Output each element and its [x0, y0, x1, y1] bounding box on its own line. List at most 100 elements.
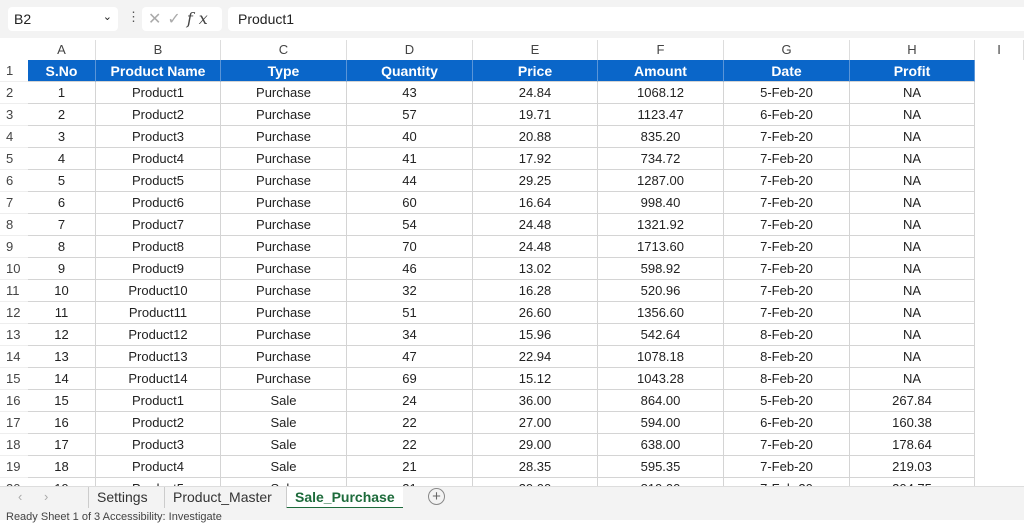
- cell[interactable]: Purchase: [221, 302, 347, 324]
- cell[interactable]: 18: [28, 456, 96, 478]
- column-header[interactable]: G: [724, 40, 850, 60]
- cell[interactable]: 39.00: [473, 478, 598, 486]
- cell[interactable]: 5-Feb-20: [724, 390, 850, 412]
- cell[interactable]: 7-Feb-20: [724, 478, 850, 486]
- cell[interactable]: 69: [347, 368, 473, 390]
- cell[interactable]: 638.00: [598, 434, 724, 456]
- cell[interactable]: NA: [850, 214, 975, 236]
- cell[interactable]: Product6: [96, 192, 221, 214]
- cell[interactable]: 1321.92: [598, 214, 724, 236]
- cell[interactable]: 6: [28, 192, 96, 214]
- cell[interactable]: Sale: [221, 412, 347, 434]
- cell[interactable]: 16: [28, 412, 96, 434]
- cell[interactable]: 1068.12: [598, 82, 724, 104]
- cell[interactable]: 8-Feb-20: [724, 324, 850, 346]
- header-cell[interactable]: Type: [221, 60, 347, 82]
- cell[interactable]: Product10: [96, 280, 221, 302]
- cell[interactable]: Product4: [96, 148, 221, 170]
- cell[interactable]: NA: [850, 148, 975, 170]
- cell[interactable]: 14: [28, 368, 96, 390]
- cell[interactable]: 7-Feb-20: [724, 434, 850, 456]
- cell[interactable]: Sale: [221, 434, 347, 456]
- cell[interactable]: 5: [28, 170, 96, 192]
- row-number[interactable]: 19: [0, 456, 28, 478]
- cell[interactable]: 24.48: [473, 214, 598, 236]
- cell[interactable]: NA: [850, 324, 975, 346]
- cell[interactable]: Purchase: [221, 324, 347, 346]
- cell[interactable]: 44: [347, 170, 473, 192]
- cell[interactable]: 22: [347, 412, 473, 434]
- row-number[interactable]: 20: [0, 478, 28, 486]
- cell[interactable]: 6-Feb-20: [724, 104, 850, 126]
- cell[interactable]: 219.03: [850, 456, 975, 478]
- cell[interactable]: Product2: [96, 412, 221, 434]
- cell[interactable]: 7-Feb-20: [724, 302, 850, 324]
- prev-sheet-icon[interactable]: ‹: [18, 489, 22, 504]
- next-sheet-icon[interactable]: ›: [44, 489, 48, 504]
- row-number[interactable]: 6: [0, 170, 28, 192]
- column-header[interactable]: A: [28, 40, 96, 60]
- column-header[interactable]: D: [347, 40, 473, 60]
- cell[interactable]: 27.00: [473, 412, 598, 434]
- cell[interactable]: 1078.18: [598, 346, 724, 368]
- cell[interactable]: Product5: [96, 478, 221, 486]
- row-number[interactable]: 13: [0, 324, 28, 346]
- cell[interactable]: Product1: [96, 82, 221, 104]
- header-cell[interactable]: Date: [724, 60, 850, 82]
- cell[interactable]: 595.35: [598, 456, 724, 478]
- cell[interactable]: 17.92: [473, 148, 598, 170]
- column-header[interactable]: H: [850, 40, 975, 60]
- cell[interactable]: 7-Feb-20: [724, 192, 850, 214]
- cell[interactable]: 1043.28: [598, 368, 724, 390]
- cell[interactable]: 43: [347, 82, 473, 104]
- row-number[interactable]: 15: [0, 368, 28, 390]
- column-header[interactable]: F: [598, 40, 724, 60]
- cell[interactable]: 998.40: [598, 192, 724, 214]
- enter-icon[interactable]: ✓: [167, 11, 186, 28]
- row-number[interactable]: 7: [0, 192, 28, 214]
- row-number[interactable]: 10: [0, 258, 28, 280]
- cell[interactable]: 734.72: [598, 148, 724, 170]
- header-cell[interactable]: Amount: [598, 60, 724, 82]
- cell[interactable]: 19.71: [473, 104, 598, 126]
- cell[interactable]: 7-Feb-20: [724, 258, 850, 280]
- cell[interactable]: 160.38: [850, 412, 975, 434]
- cell[interactable]: NA: [850, 126, 975, 148]
- cell[interactable]: NA: [850, 82, 975, 104]
- cell[interactable]: Product12: [96, 324, 221, 346]
- cell[interactable]: 1287.00: [598, 170, 724, 192]
- cell[interactable]: 267.84: [850, 390, 975, 412]
- cell[interactable]: Sale: [221, 390, 347, 412]
- column-header[interactable]: I: [975, 40, 1024, 60]
- row-number[interactable]: 18: [0, 434, 28, 456]
- cell[interactable]: 1123.47: [598, 104, 724, 126]
- cell[interactable]: Product11: [96, 302, 221, 324]
- cell[interactable]: 2: [28, 104, 96, 126]
- header-cell[interactable]: S.No: [28, 60, 96, 82]
- cell[interactable]: 819.00: [598, 478, 724, 486]
- header-cell[interactable]: Price: [473, 60, 598, 82]
- cell[interactable]: 24.48: [473, 236, 598, 258]
- cell[interactable]: 21: [347, 478, 473, 486]
- cell[interactable]: 178.64: [850, 434, 975, 456]
- cell[interactable]: 8-Feb-20: [724, 368, 850, 390]
- cell[interactable]: 22.94: [473, 346, 598, 368]
- chevron-down-icon[interactable]: ⌄: [103, 10, 112, 23]
- row-number[interactable]: 11: [0, 280, 28, 302]
- column-header[interactable]: E: [473, 40, 598, 60]
- tab-sale-purchase[interactable]: Sale_Purchase: [286, 487, 403, 509]
- cell[interactable]: NA: [850, 346, 975, 368]
- cell[interactable]: 15.12: [473, 368, 598, 390]
- cell[interactable]: Product7: [96, 214, 221, 236]
- cell[interactable]: Product9: [96, 258, 221, 280]
- cell[interactable]: NA: [850, 236, 975, 258]
- cell[interactable]: Purchase: [221, 82, 347, 104]
- cell[interactable]: 12: [28, 324, 96, 346]
- cell[interactable]: 16.28: [473, 280, 598, 302]
- cell[interactable]: 40: [347, 126, 473, 148]
- name-box[interactable]: B2 ⌄: [8, 7, 118, 31]
- row-number[interactable]: 3: [0, 104, 28, 126]
- select-all-corner[interactable]: [0, 38, 28, 60]
- cell[interactable]: 3: [28, 126, 96, 148]
- column-header[interactable]: C: [221, 40, 347, 60]
